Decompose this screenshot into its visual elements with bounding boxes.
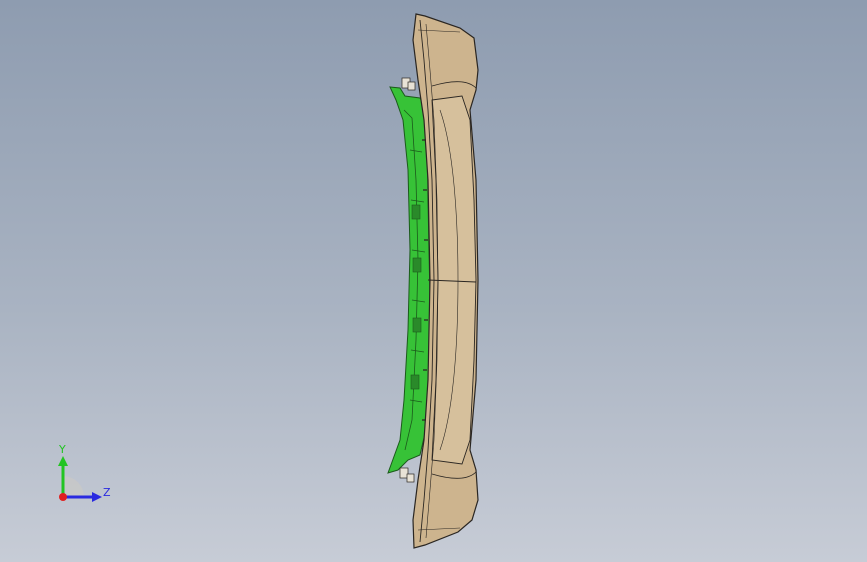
graphics-viewport[interactable]: Y Z	[0, 0, 867, 562]
cad-model-view[interactable]	[0, 0, 867, 562]
inner-reinforcement-part[interactable]	[387, 86, 431, 474]
z-axis-arrow-icon	[92, 492, 102, 502]
triad-plane-indicator	[63, 476, 84, 497]
axis-z-label: Z	[103, 486, 111, 499]
origin-icon	[59, 493, 67, 501]
axis-y-label: Y	[59, 443, 66, 456]
y-axis-arrow-icon	[58, 456, 68, 466]
